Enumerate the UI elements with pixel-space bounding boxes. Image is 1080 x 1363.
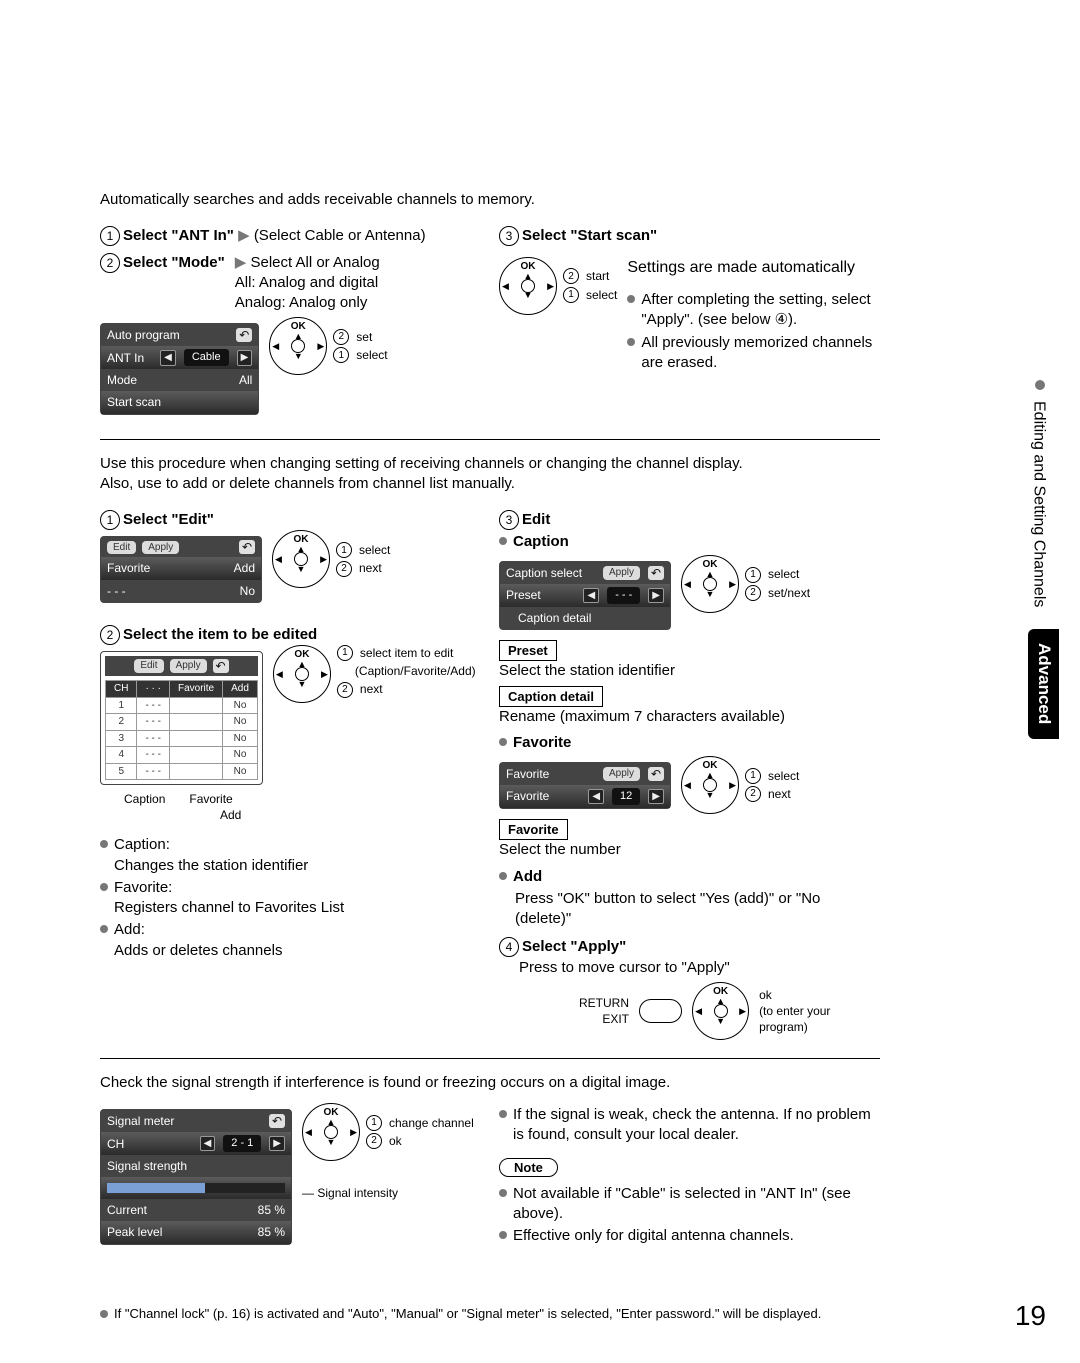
- caption-detail-tag: Caption detail: [499, 686, 603, 708]
- dpad-select-label: select: [356, 347, 387, 363]
- signal-intro: Check the signal strength if interferenc…: [100, 1073, 880, 1093]
- preset-tag: Preset: [499, 640, 557, 662]
- step2-title: Select "Mode": [123, 254, 225, 271]
- osd-signal-meter: Signal meter↶ CH◀2 - 1▶ Signal strength …: [100, 1109, 292, 1245]
- edit-step2-title: Select the item to be edited: [123, 626, 317, 643]
- dpad-set-label: set: [356, 329, 372, 345]
- signal-intensity-label: Signal intensity: [317, 1186, 398, 1200]
- sidebar-advanced-tab: Advanced: [1028, 629, 1059, 738]
- return-icon: ↶: [239, 540, 255, 554]
- dpad-icon: OK▲▼◀▶: [273, 645, 331, 703]
- dpad-icon: OK▲▼◀▶: [272, 530, 330, 588]
- dpad-icon: OK▲▼◀▶: [681, 756, 739, 814]
- edit-step1-title: Select "Edit": [123, 511, 214, 528]
- osd-auto-program: Auto program↶ ANT In◀Cable▶ ModeAll Star…: [100, 323, 259, 414]
- return-label: RETURN: [579, 995, 629, 1011]
- edit-intro-1: Use this procedure when changing setting…: [100, 454, 880, 474]
- return-icon: ↶: [236, 328, 252, 342]
- note-bullet-1: Not available if "Cable" is selected in …: [513, 1184, 880, 1225]
- dpad-select2-label: select: [586, 287, 617, 303]
- edit-step3-title: Edit: [522, 511, 550, 528]
- favorite-tag: Favorite: [499, 819, 568, 841]
- signal-bullet: If the signal is weak, check the antenna…: [513, 1105, 880, 1146]
- dpad-icon: OK▲▼◀▶: [302, 1103, 360, 1161]
- auto-settings-note: Settings are made automatically: [627, 257, 880, 279]
- add-desc: Press "OK" button to select "Yes (add)" …: [499, 889, 880, 930]
- note-bullet-2: Effective only for digital antenna chann…: [513, 1226, 794, 1246]
- auto-intro: Automatically searches and adds receivab…: [100, 190, 880, 210]
- note-tag: Note: [499, 1158, 558, 1178]
- exit-label: EXIT: [579, 1011, 629, 1027]
- step2-desc-a: Select All or Analog: [250, 254, 379, 271]
- dpad-start-label: start: [586, 268, 609, 284]
- dpad-icon: OK▲▼◀▶: [681, 555, 739, 613]
- step2-desc-c: Analog: Analog only: [235, 294, 368, 311]
- osd-edit-table: EditApply↶ CH· · ·FavoriteAdd 1- - -No 2…: [100, 651, 263, 785]
- auto-bullet-1: After completing the setting, select "Ap…: [641, 290, 880, 331]
- osd-edit: EditApply↶ FavoriteAdd - - -No: [100, 536, 262, 602]
- dpad-icon: OK▲▼◀▶: [692, 982, 749, 1040]
- return-button-icon: [639, 999, 682, 1023]
- auto-bullet-2: All previously memorized channels are er…: [641, 333, 880, 374]
- section-auto-program: Automatically searches and adds receivab…: [100, 190, 880, 421]
- section-signal-meter: Check the signal strength if interferenc…: [100, 1073, 880, 1251]
- footnote: If "Channel lock" (p. 16) is activated a…: [114, 1305, 821, 1323]
- page-number: 19: [1015, 1297, 1046, 1335]
- dpad-icon: OK▲▼◀▶: [269, 317, 327, 375]
- osd-caption: Caption selectApply↶ Preset◀- - -▶ Capti…: [499, 561, 671, 630]
- step3-title: Select "Start scan": [522, 227, 657, 244]
- step2-desc-b: All: Analog and digital: [235, 274, 378, 291]
- step1-title: Select "ANT In": [123, 227, 234, 244]
- dpad-icon: OK▲▼◀▶: [499, 257, 557, 315]
- section-edit: Use this procedure when changing setting…: [100, 454, 880, 1040]
- edit-intro-2: Also, use to add or delete channels from…: [100, 474, 880, 494]
- edit-step4-title: Select "Apply": [522, 938, 626, 955]
- step1-desc: (Select Cable or Antenna): [254, 227, 426, 244]
- osd-favorite: FavoriteApply↶ Favorite◀12▶: [499, 762, 671, 809]
- sidebar: Editing and Setting Channels Advanced: [1028, 380, 1052, 743]
- sidebar-crumb: Editing and Setting Channels: [1028, 401, 1050, 607]
